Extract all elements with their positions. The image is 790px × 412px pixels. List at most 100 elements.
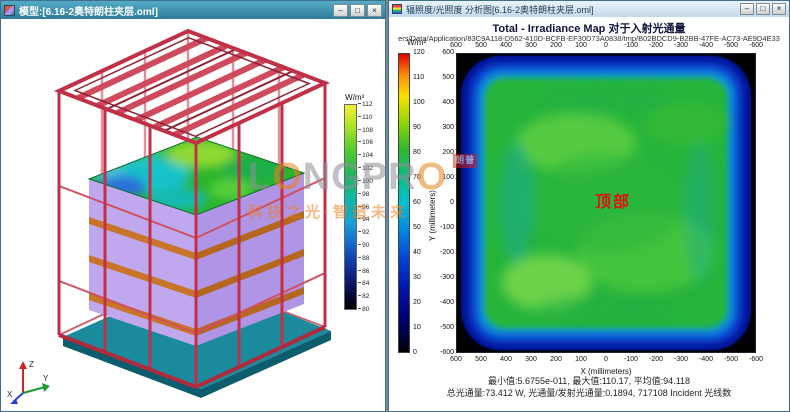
x-tick-label: 0	[594, 42, 618, 49]
colorbar-tick-label: 80	[413, 149, 430, 157]
legend-tick-label: 88	[358, 255, 373, 262]
y-tick-label: 300	[442, 124, 454, 132]
legend-tick-labels: 112 110 108 106 104 102 100 98 96 94 92 90 88 86 84 82 8…	[358, 101, 373, 313]
colorbar-tick-label: 70	[413, 174, 430, 182]
model-viewport[interactable]: W/m² 11211010810610410210098969492908886…	[1, 19, 385, 411]
map-annotation-top-label: 顶部	[595, 188, 631, 212]
application-workspace: 模型:[6.16-2奥特朗柱夹层.oml] – □ ×	[0, 0, 790, 412]
colorbar	[398, 53, 410, 353]
model-3d-scene	[1, 19, 385, 411]
model-colorbar-legend: W/m² 11211010810610410210098969492908886…	[344, 93, 373, 313]
legend-tick-label: 84	[358, 280, 373, 287]
x-tick-label: 600	[444, 42, 468, 49]
legend-tick-label: 92	[358, 229, 373, 236]
legend-tick-label: 82	[358, 293, 373, 300]
x-axis-ticks-bottom: 6005004003002001000-100-200-300-400-500-…	[444, 356, 768, 363]
minimize-button[interactable]: –	[740, 3, 754, 15]
x-tick-label: 100	[569, 356, 593, 363]
legend-tick-label: 102	[358, 165, 373, 172]
y-tick-label: 600	[442, 49, 454, 57]
y-tick-label: -300	[440, 274, 454, 282]
y-axis-title: Y (millimeters)	[428, 190, 437, 241]
legend-tick-label: 94	[358, 216, 373, 223]
x-tick-label: -200	[644, 356, 668, 363]
axes-triad: Z Y X	[7, 355, 53, 405]
x-tick-label: 0	[594, 356, 618, 363]
x-tick-label: 400	[494, 42, 518, 49]
restore-button[interactable]: □	[756, 3, 770, 15]
x-tick-label: -400	[694, 356, 718, 363]
x-tick-label: -200	[644, 42, 668, 49]
x-axis-ticks-top: 6005004003002001000-100-200-300-400-500-…	[444, 42, 768, 49]
y-tick-label: -200	[440, 249, 454, 257]
irradiance-window-icon[interactable]	[392, 4, 402, 14]
y-tick-label: -100	[440, 224, 454, 232]
x-tick-label: 300	[519, 356, 543, 363]
colorbar-unit-label: W/m²	[407, 38, 426, 47]
legend-tick-label: 90	[358, 242, 373, 249]
x-tick-label: -300	[669, 42, 693, 49]
irradiance-map-client: Total - Irradiance Map 对于入射光通量 ers/Data/…	[389, 17, 789, 411]
y-tick-label: -400	[440, 299, 454, 307]
irradiance-window-title: 辐照度/光照度 分析图[6.16-2奥特朗柱夹层.oml]	[406, 3, 736, 16]
x-tick-label: 500	[469, 356, 493, 363]
axis-x-label: X	[7, 390, 13, 399]
y-tick-label: 400	[442, 99, 454, 107]
y-tick-label: 200	[442, 149, 454, 157]
colorbar-tick-label: 30	[413, 274, 430, 282]
restore-button[interactable]: □	[350, 4, 365, 17]
irradiance-window-titlebar[interactable]: 辐照度/光照度 分析图[6.16-2奥特朗柱夹层.oml] – □ ×	[389, 1, 789, 17]
x-tick-label: -100	[619, 42, 643, 49]
legend-tick-label: 98	[358, 191, 373, 198]
legend-tick-label: 106	[358, 139, 373, 146]
cage-top-slats	[78, 38, 303, 135]
model-window-titlebar[interactable]: 模型:[6.16-2奥特朗柱夹层.oml] – □ ×	[1, 1, 385, 19]
colorbar-tick-label: 120	[413, 49, 430, 57]
x-tick-label: 500	[469, 42, 493, 49]
x-tick-label: 200	[544, 356, 568, 363]
close-button[interactable]: ×	[367, 4, 382, 17]
colorbar-tick-label: 110	[413, 74, 430, 82]
legend-tick-label: 108	[358, 127, 373, 134]
x-tick-label: 300	[519, 42, 543, 49]
legend-tick-label: 86	[358, 268, 373, 275]
x-tick-label: -100	[619, 356, 643, 363]
irradiance-heatmap[interactable]: 顶部	[456, 53, 756, 353]
colorbar-tick-label: 20	[413, 299, 430, 307]
x-tick-label: -500	[719, 42, 743, 49]
legend-tick-label: 100	[358, 178, 373, 185]
y-tick-label: 100	[442, 174, 454, 182]
legend-tick-label: 96	[358, 204, 373, 211]
legend-tick-label: 80	[358, 306, 373, 313]
x-tick-label: 400	[494, 356, 518, 363]
colorbar-tick-label: 100	[413, 99, 430, 107]
irradiance-map-window: 辐照度/光照度 分析图[6.16-2奥特朗柱夹层.oml] – □ × Tota…	[388, 0, 790, 412]
model-window-title: 模型:[6.16-2奥特朗柱夹层.oml]	[19, 3, 329, 18]
y-tick-label: 0	[450, 199, 454, 207]
x-tick-label: -600	[744, 356, 768, 363]
x-tick-label: 200	[544, 42, 568, 49]
legend-tick-label: 104	[358, 152, 373, 159]
x-tick-label: -400	[694, 42, 718, 49]
stats-flux-rays: 总光通量:73.412 W, 光通量/发射光通量:0.1894, 717108 …	[389, 386, 789, 399]
colorbar-tick-label: 10	[413, 324, 430, 332]
y-tick-label: -500	[440, 324, 454, 332]
colorbar-tick-label: 90	[413, 124, 430, 132]
x-tick-label: 600	[444, 356, 468, 363]
legend-tick-label: 112	[358, 101, 373, 108]
minimize-button[interactable]: –	[333, 4, 348, 17]
model-window: 模型:[6.16-2奥特朗柱夹层.oml] – □ ×	[0, 0, 386, 412]
axis-y-label: Y	[43, 374, 49, 383]
x-tick-label: 100	[569, 42, 593, 49]
x-tick-label: -600	[744, 42, 768, 49]
y-tick-label: 500	[442, 74, 454, 82]
legend-color-bar	[344, 104, 357, 310]
axis-z-label: Z	[29, 360, 34, 369]
colorbar-tick-label: 0	[413, 349, 430, 357]
x-tick-label: -300	[669, 356, 693, 363]
colorbar-tick-label: 40	[413, 249, 430, 257]
legend-tick-label: 110	[358, 114, 373, 121]
x-tick-label: -500	[719, 356, 743, 363]
model-window-icon[interactable]	[4, 5, 15, 16]
close-button[interactable]: ×	[772, 3, 786, 15]
